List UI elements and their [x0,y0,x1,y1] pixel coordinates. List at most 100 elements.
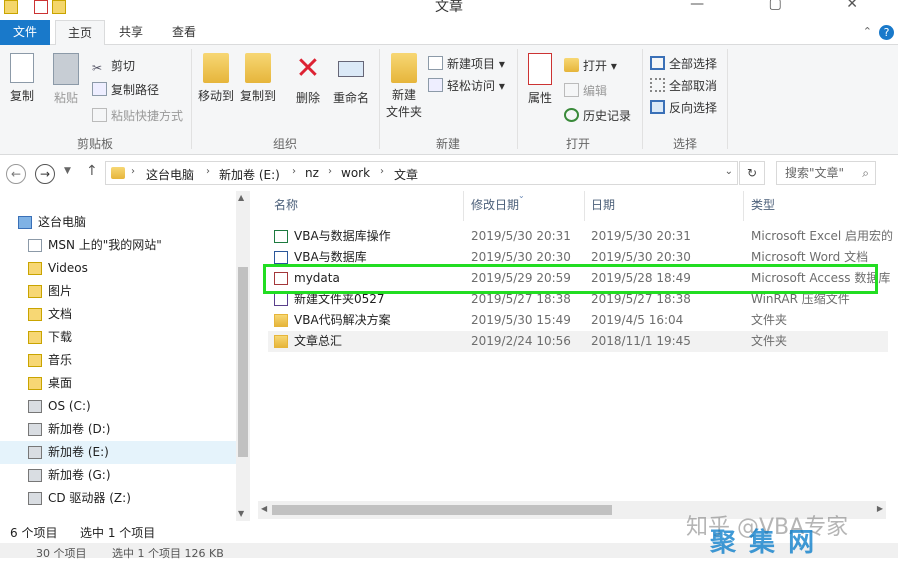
nav-scroll-thumb[interactable] [238,267,248,457]
nav-item[interactable]: Videos [0,257,236,280]
window-controls[interactable]: — ▢ ✕ [690,0,888,12]
search-input[interactable]: 搜索"文章" ⌕ [776,161,876,185]
paste-button[interactable]: 粘贴 [48,53,84,106]
nav-item[interactable]: CD 驱动器 (Z:) [0,487,236,510]
open-button[interactable]: 打开 ▾ [564,57,617,74]
scissors-icon: ✂ [92,61,103,75]
easy-access-button[interactable]: 轻松访问 ▾ [428,77,505,94]
folder-icon [274,335,288,348]
breadcrumb-this-pc[interactable]: 这台电脑 [146,166,194,183]
folder-icon [28,308,42,321]
nav-item[interactable]: 下载 [0,326,236,349]
folder-icon [28,262,42,275]
nav-item-label: OS (C:) [48,399,91,413]
folder-icon [28,331,42,344]
nav-item[interactable]: 新加卷 (D:) [0,418,236,441]
tab-share[interactable]: 共享 [107,20,155,45]
delete-button[interactable]: ✕ 删除 [290,53,326,106]
nav-item[interactable]: 新加卷 (E:) [0,441,236,464]
copy-to-icon [245,53,271,83]
scroll-up-icon[interactable]: ▲ [238,193,244,202]
rename-button[interactable]: 重命名 [330,53,372,106]
navigation-pane: 这台电脑 MSN 上的"我的网站" Videos 图片 文档 下载 音乐 桌面 OS (C:) 新… [0,191,250,521]
new-item-button[interactable]: 新建项目 ▾ [428,55,505,72]
nav-item-label: 新加卷 (E:) [48,445,109,459]
folder-icon [111,167,125,179]
breadcrumb-nz[interactable]: nz [305,166,319,180]
cut-button[interactable]: ✂ 剪切 [92,57,135,75]
new-folder-icon [391,53,417,83]
scroll-down-icon[interactable]: ▼ [238,509,244,518]
drive-icon [28,423,42,436]
file-modified-date: 2019/5/30 15:49 [471,313,571,327]
file-type: Microsoft Excel 启用宏的 [751,229,894,243]
nav-item[interactable]: MSN 上的"我的网站" [0,234,236,257]
select-all-button[interactable]: 全部选择 [650,55,717,72]
address-bar[interactable]: › 这台电脑 › 新加卷 (E:) › nz › work › 文章 ⌄ [105,161,738,185]
copy-button[interactable]: 复制 [4,53,40,104]
scroll-right-icon[interactable]: ▶ [877,504,883,513]
nav-item[interactable]: OS (C:) [0,395,236,418]
scroll-left-icon[interactable]: ◀ [261,504,267,513]
invert-selection-button[interactable]: 反向选择 [650,99,717,116]
nav-item-label: Videos [48,261,88,275]
nav-item[interactable]: 这台电脑 [0,211,236,234]
column-header-type[interactable]: 类型 [751,196,775,221]
select-none-icon [650,78,665,92]
horizontal-scroll-thumb[interactable] [272,505,612,515]
breadcrumb-current[interactable]: 文章 [394,166,418,183]
back-button[interactable]: ← [6,164,26,184]
tab-file[interactable]: 文件 [0,20,50,45]
file-row[interactable]: VBA与数据库操作 2019/5/30 20:31 2019/5/30 20:31 M… [268,226,893,247]
nav-item[interactable]: 文档 [0,303,236,326]
column-header-name[interactable]: 名称 [274,196,298,221]
move-to-icon [203,53,229,83]
drive-icon [28,469,42,482]
nav-item-label: CD 驱动器 (Z:) [48,491,131,505]
history-button[interactable]: 历史记录 [564,107,631,124]
select-none-button[interactable]: 全部取消 [650,77,717,94]
nav-item[interactable]: 桌面 [0,372,236,395]
nav-item[interactable]: 图片 [0,280,236,303]
move-to-button[interactable]: 移动到 [196,53,236,104]
help-icon[interactable]: ? [879,25,894,40]
column-header-date[interactable]: 日期 [591,196,615,221]
group-label-open: 打开 [565,137,590,151]
breadcrumb-drive-e[interactable]: 新加卷 (E:) [219,166,280,183]
edit-button[interactable]: 编辑 [564,82,607,99]
file-row[interactable]: VBA代码解决方案 2019/5/30 15:49 2019/4/5 16:04 文件… [268,310,888,331]
status-selected-count: 选中 1 个项目 [80,526,156,540]
copy-to-button[interactable]: 复制到 [238,53,278,104]
tab-view[interactable]: 查看 [160,20,208,45]
delete-x-icon: ✕ [295,51,321,86]
forward-button[interactable]: → [35,164,55,184]
paste-shortcut-button[interactable]: 粘贴快捷方式 [92,107,183,124]
folder-icon [28,285,42,298]
word-icon [274,251,288,264]
file-row[interactable]: 文章总汇 2019/2/24 10:56 2018/11/1 19:45 文件夹 [268,331,888,352]
group-separator [642,49,643,149]
paste-icon [53,53,79,85]
recent-locations-icon[interactable]: ▼ [64,166,71,176]
nav-item[interactable]: 音乐 [0,349,236,372]
file-name: 文章总汇 [294,334,343,348]
refresh-button[interactable]: ↻ [739,161,765,185]
search-icon: ⌕ [862,166,869,180]
group-separator [379,49,380,149]
copy-path-button[interactable]: 复制路径 [92,81,159,98]
edit-icon [564,83,579,97]
address-dropdown-icon[interactable]: ⌄ [725,166,733,177]
title-bar: 文章 — ▢ ✕ [0,0,898,20]
breadcrumb-work[interactable]: work [341,166,370,180]
history-icon [564,108,579,122]
group-label-organize: 组织 [272,137,297,151]
status-item-count: 6 个项目 [10,526,58,540]
properties-button[interactable]: 属性 [522,53,558,106]
new-folder-button[interactable]: 新建 文件夹 [384,53,424,121]
ribbon-collapse-icon[interactable]: ⌃ [863,25,872,38]
nav-item[interactable]: 新加卷 (G:) [0,464,236,487]
up-button[interactable]: ↑ [86,163,98,179]
column-header-modified[interactable]: 修改日期 [471,196,519,221]
tab-home[interactable]: 主页 [55,20,106,46]
watermark-site: 聚 集 网 [710,528,817,558]
